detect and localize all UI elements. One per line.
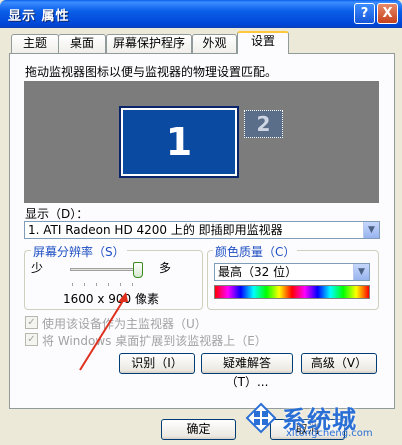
annotation-arrow xyxy=(79,292,128,371)
watermark-url: xitongcheng.com xyxy=(286,428,373,439)
watermark-logo-icon xyxy=(245,402,277,434)
ok-button[interactable]: 确定 xyxy=(161,419,236,440)
